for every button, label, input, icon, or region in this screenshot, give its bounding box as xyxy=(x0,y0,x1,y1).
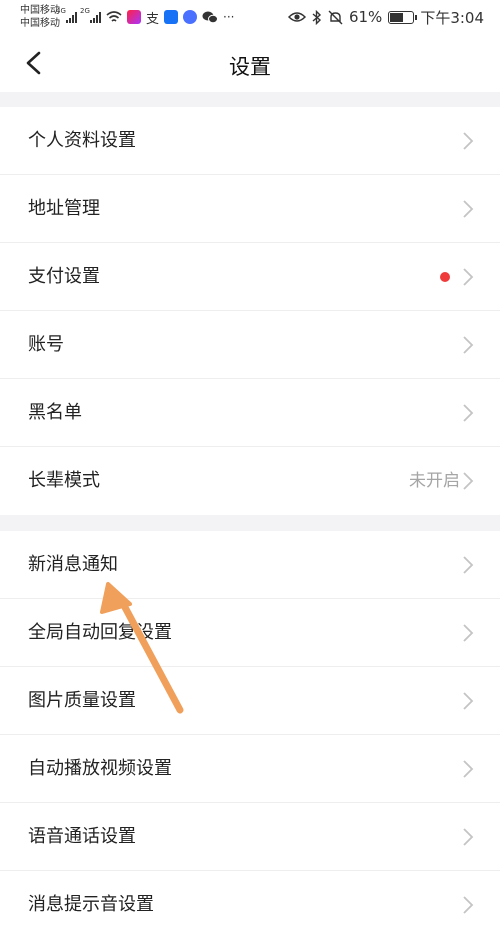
carrier-labels: 中国移动 中国移动 xyxy=(20,4,60,30)
row-label: 自动播放视频设置 xyxy=(28,758,172,779)
signal-1-icon: 4G xyxy=(56,7,77,23)
section-divider xyxy=(0,92,500,107)
chevron-right-icon xyxy=(463,828,474,846)
chevron-right-icon xyxy=(463,472,474,490)
settings-row-account[interactable]: 账号 xyxy=(0,311,500,379)
settings-group-messages: 新消息通知 全局自动回复设置 图片质量设置 自动播放视频设置 语音通话设置 消息… xyxy=(0,531,500,937)
row-label: 地址管理 xyxy=(28,198,100,219)
app-header: 设置 xyxy=(0,34,500,92)
row-label: 消息提示音设置 xyxy=(28,894,154,915)
status-icons-right: 61% 下午3:04 xyxy=(287,7,484,27)
wifi-icon xyxy=(106,10,122,22)
settings-row-new-message-notification[interactable]: 新消息通知 xyxy=(0,531,500,599)
carrier-label-1: 中国移动 xyxy=(20,5,60,16)
page-title: 设置 xyxy=(229,55,271,79)
chevron-right-icon xyxy=(463,268,474,286)
music-notification-icon xyxy=(183,10,198,24)
app-notification-icon xyxy=(127,10,141,24)
section-divider xyxy=(0,515,500,531)
chevron-right-icon xyxy=(463,132,474,150)
chevron-right-icon xyxy=(463,404,474,422)
chevron-right-icon xyxy=(463,200,474,218)
eye-comfort-icon xyxy=(287,12,306,22)
signal-2-icon: 2G xyxy=(80,7,101,23)
settings-row-elder-mode[interactable]: 长辈模式 未开启 xyxy=(0,447,500,515)
row-label: 黑名单 xyxy=(28,402,82,423)
chevron-right-icon xyxy=(463,760,474,778)
row-label: 长辈模式 xyxy=(28,470,100,491)
alipay-notification-icon: 支 xyxy=(146,11,160,27)
status-icons-left: 4G 2G 支 ··· xyxy=(56,7,235,27)
chevron-right-icon xyxy=(463,624,474,642)
settings-row-image-quality[interactable]: 图片质量设置 xyxy=(0,667,500,735)
row-label: 账号 xyxy=(28,334,64,355)
notification-dot xyxy=(440,272,450,282)
elder-mode-status: 未开启 xyxy=(409,471,460,491)
more-notifications-icon: ··· xyxy=(223,10,235,24)
carrier-label-2: 中国移动 xyxy=(20,18,60,29)
settings-row-autoplay-video[interactable]: 自动播放视频设置 xyxy=(0,735,500,803)
settings-row-profile[interactable]: 个人资料设置 xyxy=(0,107,500,175)
row-label: 全局自动回复设置 xyxy=(28,622,172,643)
mute-bell-icon xyxy=(328,10,343,24)
row-label: 图片质量设置 xyxy=(28,690,136,711)
settings-row-voice-call[interactable]: 语音通话设置 xyxy=(0,803,500,871)
settings-row-blacklist[interactable]: 黑名单 xyxy=(0,379,500,447)
row-label: 新消息通知 xyxy=(28,554,118,575)
wechat-notification-icon xyxy=(202,11,219,23)
settings-row-address[interactable]: 地址管理 xyxy=(0,175,500,243)
status-bar: 中国移动 中国移动 4G 2G 支 ··· 61% 下午3:04 xyxy=(0,0,500,34)
zhihu-notification-icon xyxy=(164,10,179,24)
clock: 下午3:04 xyxy=(420,8,484,27)
battery-icon xyxy=(388,10,418,24)
chevron-right-icon xyxy=(463,896,474,914)
row-label: 个人资料设置 xyxy=(28,130,136,151)
settings-row-payment[interactable]: 支付设置 xyxy=(0,243,500,311)
bluetooth-icon xyxy=(312,9,321,25)
settings-group-account: 个人资料设置 地址管理 支付设置 账号 黑名单 长辈模式 未开启 xyxy=(0,107,500,515)
row-label: 支付设置 xyxy=(28,266,100,287)
chevron-right-icon xyxy=(463,556,474,574)
chevron-right-icon xyxy=(463,336,474,354)
chevron-right-icon xyxy=(463,692,474,710)
settings-row-message-sound[interactable]: 消息提示音设置 xyxy=(0,871,500,937)
row-label: 语音通话设置 xyxy=(28,826,136,847)
battery-percent: 61% xyxy=(348,8,383,26)
settings-row-auto-reply[interactable]: 全局自动回复设置 xyxy=(0,599,500,667)
